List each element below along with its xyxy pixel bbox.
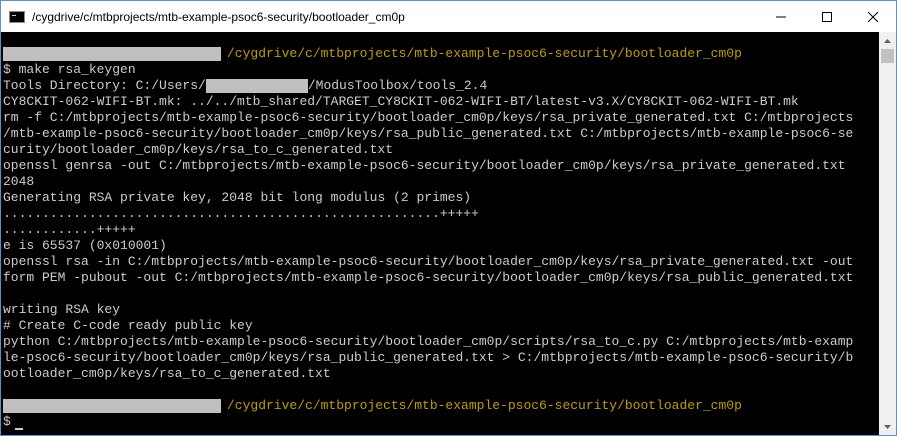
output-line: form PEM -pubout -out C:/mtbprojects/mtb…: [3, 270, 854, 285]
minimize-button[interactable]: [758, 1, 804, 32]
redacted-username: [3, 399, 221, 413]
title-bar[interactable]: /cygdrive/c/mtbprojects/mtb-example-psoc…: [1, 1, 896, 32]
output-line: openssl rsa -in C:/mtbprojects/mtb-examp…: [3, 254, 854, 269]
scroll-thumb[interactable]: [881, 49, 894, 63]
output-line: ........................................…: [3, 206, 479, 221]
redacted-username: [205, 78, 308, 93]
output-line: writing RSA key: [3, 302, 121, 317]
output-line: CY8CKIT-062-WIFI-BT.mk: ../../mtb_shared…: [3, 94, 799, 109]
input-line[interactable]: $: [3, 414, 879, 430]
terminal-window: /cygdrive/c/mtbprojects/mtb-example-psoc…: [0, 0, 897, 436]
output-line: ootloader_cm0p/keys/rsa_to_c_generated.t…: [3, 366, 331, 381]
cursor: [14, 428, 23, 430]
minimize-icon: [776, 16, 786, 17]
prompt-line: /cygdrive/c/mtbprojects/mtb-example-psoc…: [3, 46, 879, 62]
scroll-down-button[interactable]: [879, 418, 896, 435]
scroll-up-button[interactable]: [879, 32, 896, 49]
output-line: openssl genrsa -out C:/mtbprojects/mtb-e…: [3, 158, 846, 173]
prompt-line: /cygdrive/c/mtbprojects/mtb-example-psoc…: [3, 398, 879, 414]
output-line: # Create C-code ready public key: [3, 318, 253, 333]
maximize-button[interactable]: [804, 1, 850, 32]
tools-dir-prefix: Tools Directory: C:/Users/: [3, 78, 206, 93]
prompt-path: /cygdrive/c/mtbprojects/mtb-example-psoc…: [227, 46, 742, 61]
command-line: $ make rsa_keygen: [3, 62, 136, 77]
close-icon: [868, 11, 878, 22]
output-line: ............+++++: [3, 222, 136, 237]
prompt-path: /cygdrive/c/mtbprojects/mtb-example-psoc…: [227, 398, 742, 413]
close-button[interactable]: [850, 1, 896, 32]
output-line: curity/bootloader_cm0p/keys/rsa_to_c_gen…: [3, 142, 394, 157]
vertical-scrollbar[interactable]: [879, 32, 896, 435]
output-line: Generating RSA private key, 2048 bit lon…: [3, 190, 472, 205]
output-line: python C:/mtbprojects/mtb-example-psoc6-…: [3, 334, 854, 349]
scroll-up-icon: [884, 38, 891, 43]
output-line: rm -f C:/mtbprojects/mtb-example-psoc6-s…: [3, 110, 854, 125]
output-line: /mtb-example-psoc6-security/bootloader_c…: [3, 126, 854, 141]
output-lines: CY8CKIT-062-WIFI-BT.mk: ../../mtb_shared…: [3, 94, 879, 398]
output-line: 2048: [3, 174, 35, 189]
scroll-down-icon: [884, 424, 891, 429]
terminal-output[interactable]: /cygdrive/c/mtbprojects/mtb-example-psoc…: [1, 32, 879, 435]
tools-directory-line: Tools Directory: C:/Users/ /ModusToolbox/…: [3, 78, 879, 94]
window-title: /cygdrive/c/mtbprojects/mtb-example-psoc…: [32, 9, 405, 24]
output-line: le-psoc6-security/bootloader_cm0p/keys/r…: [3, 350, 854, 365]
final-prompt: $: [3, 414, 11, 429]
maximize-icon: [822, 11, 832, 22]
redacted-username: [3, 47, 221, 61]
tools-dir-suffix: /ModusToolbox/tools_2.4: [307, 78, 488, 93]
terminal-icon: [9, 10, 25, 23]
output-line: e is 65537 (0x010001): [3, 238, 167, 253]
